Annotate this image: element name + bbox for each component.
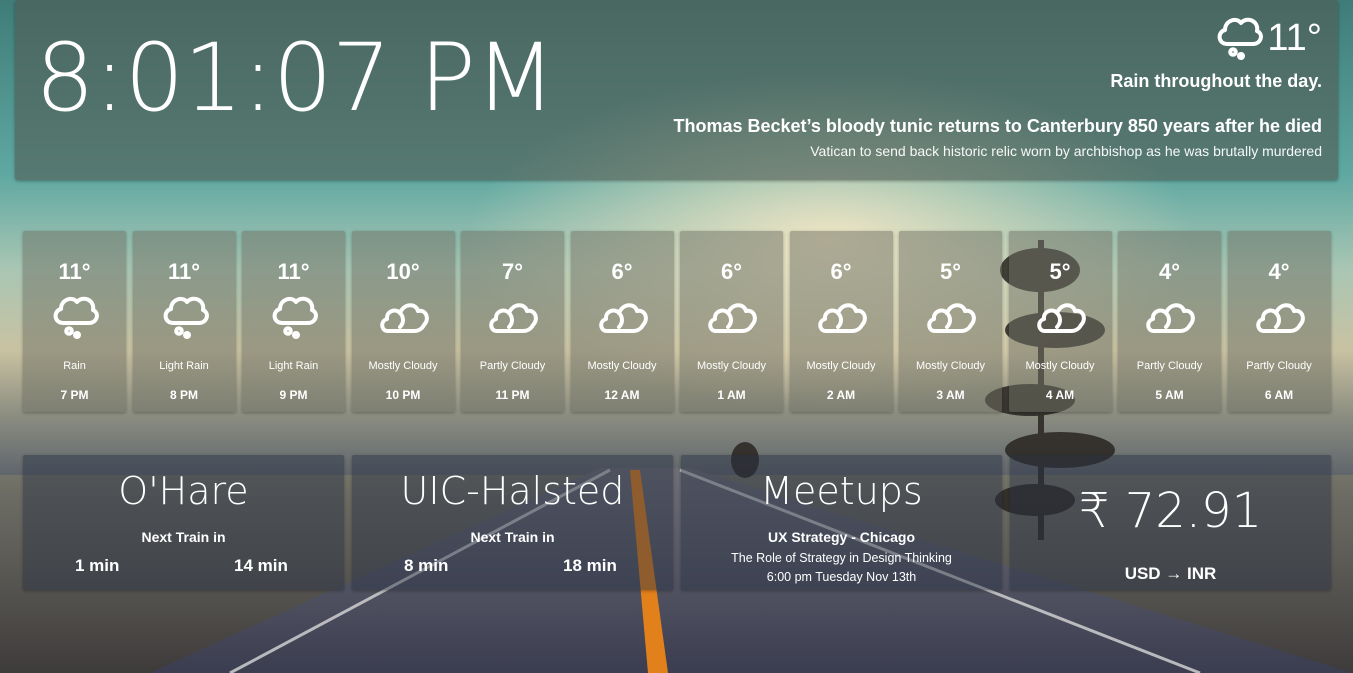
exchange-rate: ₹ 72.91 (1078, 483, 1263, 539)
hour-temp: 11° (58, 259, 91, 284)
hour-label: 6 AM (1264, 388, 1294, 402)
hour-card: 11° Rain 7 PM (23, 231, 126, 412)
train-panel-uic-halsted: UIC-Halsted Next Train in 8 min 18 min (352, 455, 673, 590)
train-panel-ohare: O'Hare Next Train in 1 min 14 min (23, 455, 344, 590)
hour-label: 3 AM (936, 388, 965, 402)
hour-temp: 4° (1158, 259, 1181, 284)
hour-temp: 7° (501, 259, 524, 284)
rain-cloud-icon (1213, 12, 1265, 65)
hour-card: 4° Partly Cloudy 6 AM (1227, 231, 1331, 412)
rain-cloud-icon (53, 296, 99, 339)
hour-label: 7 PM (60, 388, 89, 402)
hour-condition: Light Rain (268, 360, 319, 372)
rain-cloud-icon (163, 296, 209, 339)
rain-cloud-icon (272, 296, 318, 339)
next-train-label: Next Train in (470, 529, 555, 545)
header-panel: 8:01:07 PM 11° Rain throughout the day. … (15, 0, 1338, 180)
station-name: O'Hare (118, 469, 249, 513)
cloudy-icon (817, 303, 867, 333)
hourly-forecast: 11° Rain 7 PM 11° Light Rain 8 PM 11° Li… (23, 231, 1331, 412)
hour-card: 11° Light Rain 9 PM (242, 231, 345, 412)
meetup-name[interactable]: UX Strategy - Chicago (681, 529, 1002, 545)
hour-temp: 4° (1268, 259, 1290, 284)
hour-card: 4° Partly Cloudy 5 AM (1118, 231, 1221, 412)
next-train-1: 8 min (404, 556, 449, 575)
hour-card: 10° Mostly Cloudy 10 PM (351, 231, 455, 412)
hour-card: 6° Mostly Cloudy 2 AM (789, 231, 893, 412)
hour-card: 11° Light Rain 8 PM (132, 231, 236, 412)
hour-card: 6° Mostly Cloudy 1 AM (680, 231, 783, 412)
hour-condition: Mostly Cloudy (1025, 360, 1095, 372)
news-subhead: Vatican to send back historic relic worn… (810, 143, 1322, 159)
hour-temp: 6° (720, 259, 743, 284)
hour-temp: 5° (1049, 259, 1071, 284)
meetups-panel: Meetups UX Strategy - Chicago The Role o… (681, 455, 1002, 590)
meetup-topic: The Role of Strategy in Design Thinking (731, 551, 952, 565)
hour-condition: Partly Cloudy (1246, 360, 1312, 372)
hour-label: 1 AM (717, 388, 746, 402)
hour-temp: 6° (830, 259, 852, 284)
next-train-1: 1 min (75, 556, 120, 575)
next-train-label: Next Train in (141, 529, 226, 545)
hour-condition: Mostly Cloudy (587, 360, 657, 372)
hour-temp: 10° (386, 259, 420, 284)
cloudy-icon (927, 303, 976, 333)
cloudy-icon (489, 303, 538, 333)
news-headline[interactable]: Thomas Becket’s bloody tunic returns to … (673, 116, 1322, 137)
hour-condition: Mostly Cloudy (696, 360, 767, 372)
hour-temp: 6° (611, 259, 633, 284)
hour-card: 6° Mostly Cloudy 12 AM (570, 231, 674, 412)
hour-condition: Mostly Cloudy (368, 360, 438, 372)
hour-label: 4 AM (1045, 388, 1075, 402)
current-temp: 11° (1267, 17, 1322, 59)
hour-condition: Mostly Cloudy (915, 360, 986, 372)
clock-time: 8:01:07 PM (35, 24, 556, 133)
hour-card: 5° Mostly Cloudy 4 AM (1008, 231, 1112, 412)
cloudy-icon (1146, 303, 1195, 333)
currency-panel: ₹ 72.91 USD → INR (1010, 455, 1331, 590)
next-train-2: 14 min (234, 556, 288, 575)
hour-condition: Rain (63, 360, 86, 372)
next-train-2: 18 min (563, 556, 617, 575)
hour-temp: 11° (277, 259, 310, 284)
hour-condition: Partly Cloudy (479, 360, 546, 372)
cloudy-icon (379, 303, 429, 333)
weather-summary: Rain throughout the day. (1110, 71, 1322, 91)
hour-label: 8 PM (169, 388, 198, 402)
hour-label: 11 PM (495, 388, 530, 402)
meetup-time: 6:00 pm Tuesday Nov 13th (766, 570, 917, 584)
hour-label: 2 AM (826, 388, 856, 402)
station-name: UIC-Halsted (400, 469, 625, 513)
cloudy-icon (708, 303, 757, 333)
hour-label: 9 PM (279, 388, 308, 402)
cloudy-icon (1255, 303, 1305, 333)
hour-condition: Partly Cloudy (1136, 360, 1203, 372)
hour-temp: 5° (939, 259, 962, 284)
hour-condition: Mostly Cloudy (806, 360, 876, 372)
hour-label: 5 AM (1155, 388, 1184, 402)
hour-label: 12 AM (604, 388, 640, 402)
hour-condition: Light Rain (159, 360, 209, 372)
hour-label: 10 PM (385, 388, 421, 402)
currency-pair: USD → INR (1124, 564, 1217, 583)
meetups-title: Meetups (760, 469, 923, 513)
cloudy-icon (1036, 303, 1086, 333)
hour-card: 5° Mostly Cloudy 3 AM (899, 231, 1002, 412)
hour-temp: 11° (167, 259, 201, 284)
cloudy-icon (598, 303, 648, 333)
current-weather: 11° (1213, 12, 1322, 65)
hour-card: 7° Partly Cloudy 11 PM (461, 231, 564, 412)
